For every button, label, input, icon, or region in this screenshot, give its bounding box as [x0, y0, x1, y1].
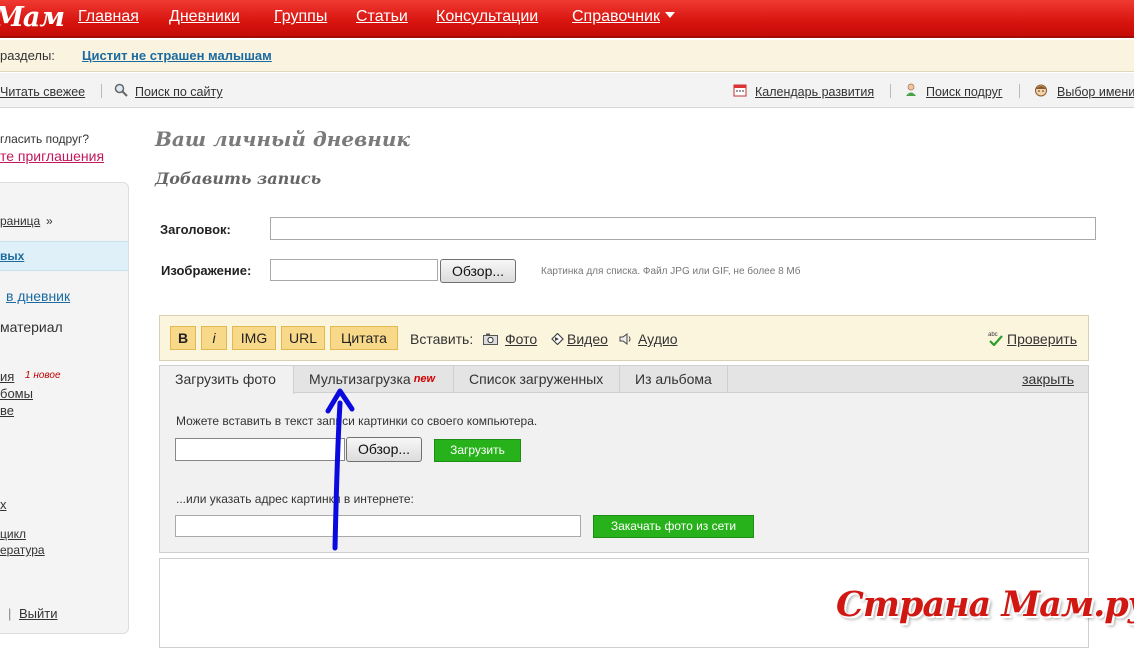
close-panel-link[interactable]: закрыть — [1022, 371, 1074, 387]
sidebar-item-d[interactable]: х — [0, 497, 7, 512]
tab-upload-photo[interactable]: Загрузить фото — [160, 366, 294, 394]
photo-url-input[interactable] — [175, 515, 581, 537]
watermark: Страна Мам.ру — [836, 584, 1134, 625]
insert-photo-link[interactable]: Фото — [505, 331, 537, 347]
italic-button[interactable]: i — [201, 326, 227, 350]
nav-reference[interactable]: Справочник — [572, 8, 675, 26]
annotation-arrow — [325, 388, 355, 551]
spellcheck-icon: abc — [988, 332, 1003, 346]
read-fresh-link[interactable]: Читать свежее — [0, 85, 85, 99]
tab-multi-upload[interactable]: Мультизагрузка new — [294, 366, 454, 393]
invite-link[interactable]: те приглашения — [0, 148, 104, 164]
calendar-icon — [733, 84, 747, 97]
speaker-icon — [619, 333, 631, 345]
svg-text:abc: abc — [988, 332, 998, 338]
tab-label: Загрузить фото — [175, 371, 276, 387]
sidebar-item-active[interactable]: вых — [0, 249, 24, 263]
new-count-badge: 1 новое — [25, 370, 61, 381]
image-file-input[interactable] — [270, 259, 438, 281]
editor-toolbar: B i IMG URL Цитата Вставить: Фото Видео … — [159, 315, 1089, 361]
new-badge: new — [413, 373, 436, 385]
name-choice-link[interactable]: Выбор имени — [1057, 85, 1134, 99]
dev-calendar-link[interactable]: Календарь развития — [755, 85, 874, 99]
url-upload-hint: ...или указать адрес картинки в интернет… — [176, 492, 414, 506]
tab-uploaded-list[interactable]: Список загруженных — [454, 366, 620, 393]
quote-button[interactable]: Цитата — [330, 326, 398, 350]
logout-link[interactable]: Выйти — [19, 606, 58, 621]
site-search-link[interactable]: Поиск по сайту — [135, 85, 223, 99]
section-link[interactable]: Цистит не страшен малышам — [82, 48, 272, 63]
bold-button[interactable]: B — [170, 326, 196, 350]
photo-upload-panel: Загрузить фото Мультизагрузка new Список … — [159, 365, 1089, 553]
divider — [101, 84, 102, 98]
insert-video-link[interactable]: Видео — [567, 331, 608, 347]
sidebar-item-cycle[interactable]: цикл — [0, 527, 26, 541]
page-title: Ваш личный дневник — [155, 127, 410, 151]
heading-input[interactable] — [270, 217, 1096, 240]
insert-audio-link[interactable]: Аудио — [638, 331, 678, 347]
sidebar-item-c[interactable]: ве — [0, 403, 14, 418]
top-nav: Мам Главная Дневники Группы Статьи Консу… — [0, 0, 1134, 38]
invite-question: гласить подруг? — [0, 132, 90, 146]
sidebar-item-literature[interactable]: ература — [0, 543, 45, 557]
camera-icon — [483, 333, 498, 345]
sidebar-item-a[interactable]: ия — [0, 369, 14, 384]
nav-diaries[interactable]: Дневники — [169, 8, 240, 26]
divider — [1019, 84, 1020, 98]
image-hint: Картинка для списка. Файл JPG или GIF, н… — [541, 266, 801, 277]
page-subtitle: Добавить запись — [155, 169, 322, 188]
heading-label: Заголовок: — [160, 222, 231, 237]
video-icon — [551, 333, 564, 345]
chevron-down-icon — [665, 12, 675, 18]
sidebar-page-link[interactable]: раница — [0, 214, 40, 228]
divider — [890, 84, 891, 98]
sections-label: разделы: — [0, 48, 55, 63]
image-browse-button[interactable]: Обзор... — [440, 259, 516, 283]
site-logo[interactable]: Мам — [0, 2, 65, 33]
nav-reference-label: Справочник — [572, 8, 660, 25]
tab-from-album[interactable]: Из альбома — [620, 366, 728, 393]
nav-consultations[interactable]: Консультации — [436, 8, 538, 26]
upload-button[interactable]: Загрузить — [434, 439, 521, 462]
divider: | — [8, 606, 12, 621]
nav-groups[interactable]: Группы — [274, 8, 327, 26]
fetch-photo-button[interactable]: Закачать фото из сети — [593, 515, 754, 538]
url-button[interactable]: URL — [281, 326, 325, 350]
sections-bar: разделы: Цистит не страшен малышам — [0, 40, 1134, 72]
tab-label: Из альбома — [635, 371, 712, 387]
arrow-icon: » — [46, 214, 53, 228]
user-icon — [906, 83, 916, 96]
nav-articles[interactable]: Статьи — [356, 8, 408, 26]
sidebar-item-in-diary[interactable]: в дневник — [6, 288, 70, 304]
sidebar-item-material[interactable]: материал — [0, 319, 63, 335]
insert-label: Вставить: — [410, 331, 474, 347]
tab-label: Список загруженных — [469, 371, 604, 387]
search-icon — [114, 83, 128, 97]
utility-toolbar: Читать свежее Поиск по сайту Календарь р… — [0, 73, 1134, 108]
nav-home[interactable]: Главная — [78, 8, 139, 26]
image-label: Изображение: — [161, 263, 252, 278]
spellcheck-link[interactable]: Проверить — [1007, 331, 1077, 347]
upload-tabs: Загрузить фото Мультизагрузка new Список … — [160, 366, 1088, 394]
img-button[interactable]: IMG — [232, 326, 276, 350]
baby-face-icon — [1035, 84, 1047, 97]
sidebar-item-albums[interactable]: бомы — [0, 386, 33, 401]
find-friends-link[interactable]: Поиск подруг — [926, 85, 1002, 99]
